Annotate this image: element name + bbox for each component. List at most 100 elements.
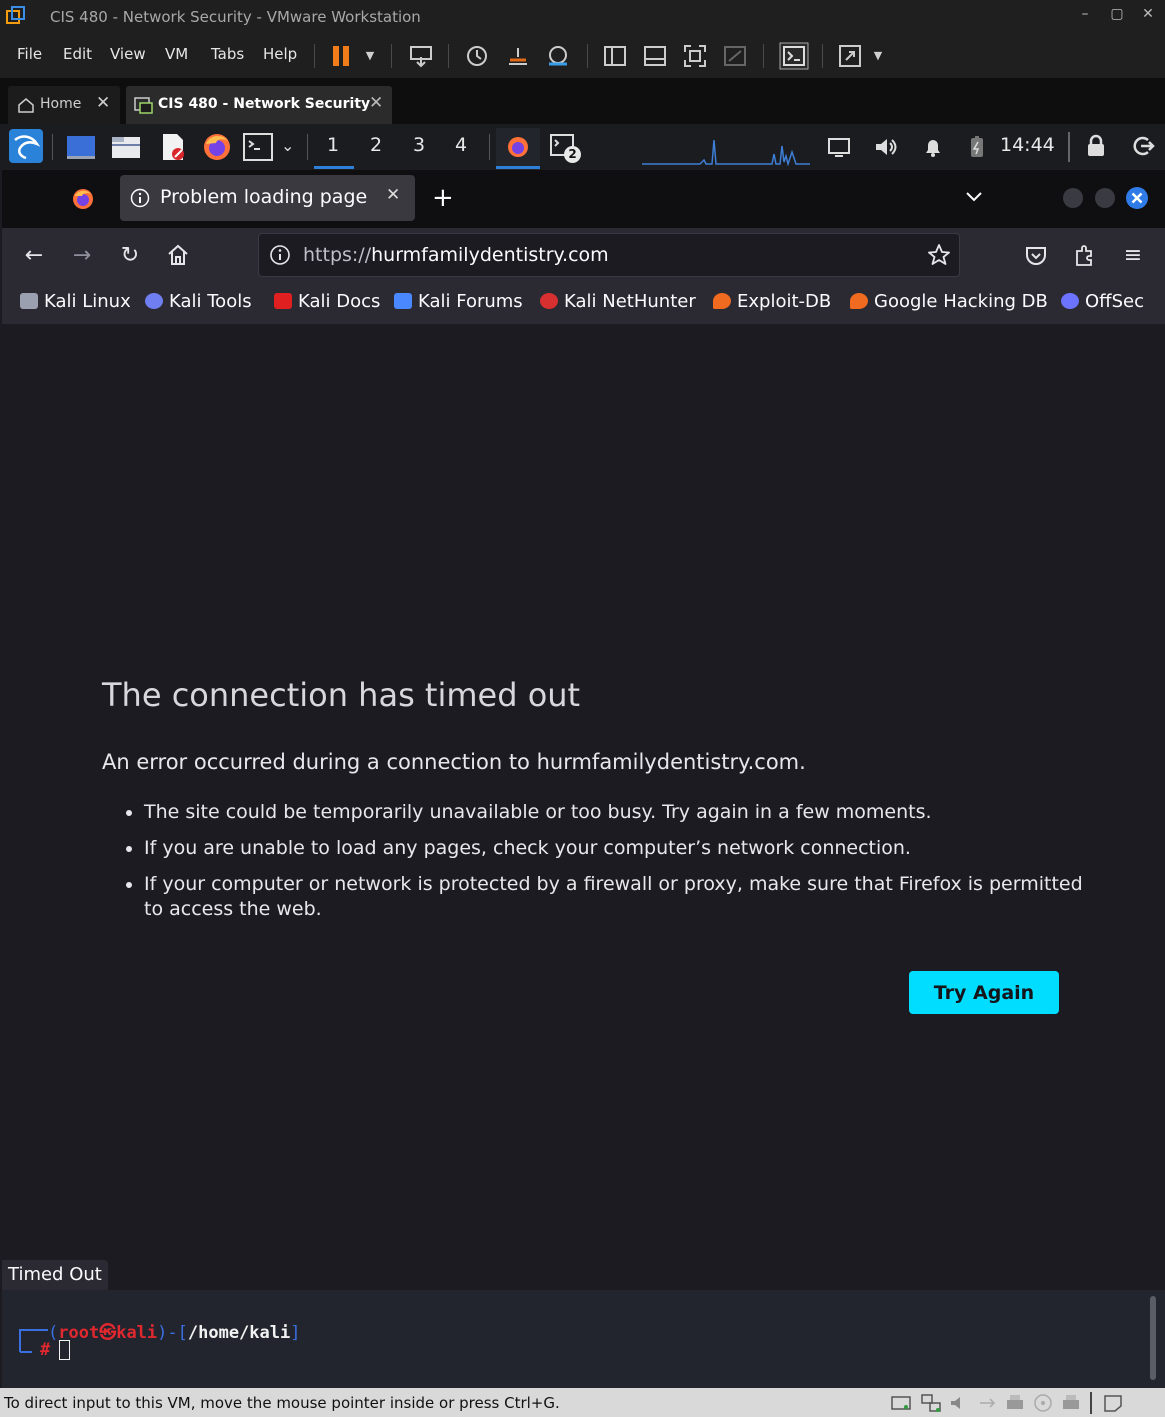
close-firefox-icon[interactable] <box>1125 186 1149 210</box>
file-manager-icon[interactable] <box>110 133 142 161</box>
bookmark-google-hacking-db[interactable]: Google Hacking DB <box>850 291 1048 312</box>
minimize-firefox-button[interactable] <box>1063 188 1083 208</box>
browser-tab[interactable]: Problem loading page ✕ <box>120 175 415 221</box>
vmware-logo-icon <box>6 6 25 24</box>
workspace-3[interactable]: 3 <box>407 134 431 156</box>
kali-dragon-icon <box>20 293 38 309</box>
send-ctrl-alt-del-icon[interactable] <box>408 44 434 68</box>
panel-clock[interactable]: 14:44 <box>1000 134 1055 156</box>
toolbar-separator <box>391 44 392 68</box>
taskbar-firefox-button[interactable] <box>496 128 540 170</box>
site-info-icon[interactable] <box>269 244 291 266</box>
terminal-window[interactable]: (root㉿kali)-[/home/kali] # <box>2 1290 1165 1388</box>
firefox-window-icon <box>508 137 528 157</box>
extensions-icon[interactable] <box>1073 243 1097 269</box>
firefox-launcher-icon[interactable] <box>202 132 232 162</box>
battery-icon[interactable] <box>967 135 987 159</box>
snapshot-icon[interactable] <box>465 44 489 68</box>
network-monitor-graph <box>642 139 810 166</box>
terminal-scrollbar[interactable] <box>1150 1296 1156 1380</box>
display-device-icon[interactable] <box>1060 1393 1082 1413</box>
bookmark-offsec[interactable]: OffSec <box>1061 291 1144 312</box>
firefox-view-icon[interactable] <box>72 188 94 210</box>
prompt-line-1: (root㉿kali)-[/home/kali] <box>48 1323 301 1343</box>
close-tab-home-icon[interactable]: ✕ <box>96 93 110 113</box>
bookmark-exploit-db[interactable]: Exploit-DB <box>713 291 831 312</box>
maximize-firefox-button[interactable] <box>1095 188 1115 208</box>
sound-card-icon[interactable] <box>948 1393 970 1413</box>
workspace-1[interactable]: 1 <box>321 134 345 156</box>
close-window-button[interactable]: ✕ <box>1137 6 1159 22</box>
bookmarks-toolbar: Kali Linux Kali Tools Kali Docs Kali For… <box>2 284 1165 324</box>
tab-home[interactable]: Home ✕ <box>8 86 120 124</box>
terminal-launcher-icon[interactable] <box>243 133 273 161</box>
maximize-button[interactable]: ▢ <box>1106 6 1128 22</box>
stretch-dropdown-icon[interactable]: ▼ <box>866 44 890 68</box>
bookmark-kali-docs[interactable]: Kali Docs <box>274 291 380 312</box>
volume-icon[interactable] <box>873 135 899 159</box>
notifications-bell-icon[interactable] <box>921 135 945 159</box>
back-icon[interactable]: ← <box>19 241 49 271</box>
url-text[interactable]: https://hurmfamilydentistry.com <box>303 244 609 266</box>
menu-view[interactable]: View <box>110 45 146 63</box>
close-tab-cis-480-icon[interactable]: ✕ <box>369 93 383 113</box>
status-message: To direct input to this VM, move the mou… <box>4 1394 560 1412</box>
panel-separator <box>489 134 490 160</box>
list-all-tabs-icon[interactable] <box>964 190 984 204</box>
menu-file[interactable]: File <box>17 45 42 63</box>
pause-icon[interactable] <box>330 44 354 68</box>
reload-icon[interactable]: ↻ <box>115 241 145 271</box>
app-menu-icon[interactable]: ≡ <box>1118 241 1148 271</box>
usb-icon[interactable] <box>976 1393 998 1413</box>
vm-icon <box>134 97 153 114</box>
offsec-icon <box>1061 293 1079 309</box>
text-editor-icon[interactable] <box>159 132 189 162</box>
lock-screen-icon[interactable] <box>1085 134 1107 158</box>
error-description: An error occurred during a connection to… <box>102 750 806 774</box>
url-domain: hurmfamilydentistry.com <box>371 244 609 266</box>
tab-cis-480[interactable]: CIS 480 - Network Security ✕ <box>126 86 392 124</box>
show-library-icon[interactable] <box>603 44 627 68</box>
home-page-icon[interactable] <box>165 242 191 268</box>
close-tab-icon[interactable]: ✕ <box>386 185 400 205</box>
menu-tabs[interactable]: Tabs <box>211 45 244 63</box>
menu-vm[interactable]: VM <box>165 45 188 63</box>
error-page: The connection has timed out An error oc… <box>2 324 1165 1290</box>
printer-icon[interactable] <box>1004 1393 1026 1413</box>
try-again-button[interactable]: Try Again <box>909 971 1059 1014</box>
terminal-dropdown-icon[interactable]: ⌄ <box>281 136 294 155</box>
show-thumbnail-bar-icon[interactable] <box>643 44 667 68</box>
hard-disk-icon[interactable] <box>890 1393 912 1413</box>
taskbar-terminal-button[interactable]: 2 <box>548 132 584 166</box>
display-icon[interactable] <box>827 136 851 158</box>
stretch-guest-icon[interactable] <box>838 44 862 68</box>
snapshot-manager-icon[interactable] <box>545 44 571 68</box>
url-bar[interactable]: https://hurmfamilydentistry.com <box>258 233 960 277</box>
unity-mode-icon <box>724 46 746 66</box>
bookmark-kali-forums[interactable]: Kali Forums <box>394 291 523 312</box>
new-tab-button[interactable]: + <box>432 183 454 213</box>
workspace-4[interactable]: 4 <box>449 134 473 156</box>
menu-edit[interactable]: Edit <box>63 45 92 63</box>
bookmark-kali-tools[interactable]: Kali Tools <box>145 291 252 312</box>
message-log-icon[interactable] <box>1102 1393 1124 1413</box>
bookmark-label: OffSec <box>1085 291 1144 312</box>
minimize-button[interactable]: – <box>1074 6 1096 22</box>
show-desktop-icon[interactable] <box>65 133 97 161</box>
terminal-cursor <box>59 1340 70 1360</box>
bookmark-kali-nethunter[interactable]: Kali NetHunter <box>540 291 696 312</box>
menu-help[interactable]: Help <box>263 45 297 63</box>
logout-icon[interactable] <box>1130 134 1156 158</box>
full-screen-icon[interactable] <box>683 44 707 68</box>
bookmark-kali-linux[interactable]: Kali Linux <box>20 291 131 312</box>
console-view-icon[interactable] <box>779 42 809 70</box>
list-item: The site could be temporarily unavailabl… <box>144 800 1104 825</box>
workspace-2[interactable]: 2 <box>364 134 388 156</box>
network-adapter-icon[interactable] <box>920 1393 942 1413</box>
cd-drive-icon[interactable] <box>1032 1393 1054 1413</box>
pause-dropdown-icon[interactable]: ▼ <box>358 44 382 68</box>
pocket-icon[interactable] <box>1024 244 1048 268</box>
bookmark-star-icon[interactable] <box>927 243 951 267</box>
revert-snapshot-icon[interactable] <box>505 44 531 68</box>
kali-menu-icon[interactable] <box>8 128 44 164</box>
